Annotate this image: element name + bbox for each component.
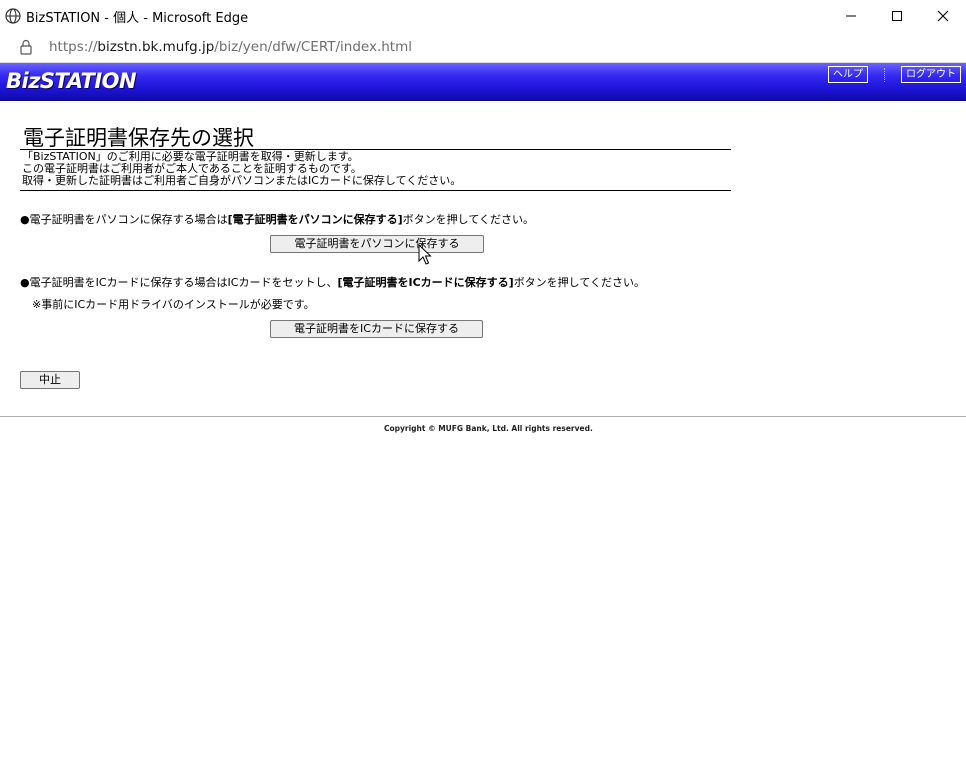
mouse-cursor-icon xyxy=(418,244,432,265)
save-to-ic-card-button[interactable]: 電子証明書をICカードに保存する xyxy=(270,320,483,338)
pc-instruction-prefix: ●電子証明書をパソコンに保存する場合は xyxy=(20,213,228,226)
help-button[interactable]: ヘルプ xyxy=(828,66,868,83)
copyright-text: Copyright © MUFG Bank, Ltd. All rights r… xyxy=(384,424,593,433)
lock-icon[interactable] xyxy=(19,39,33,55)
save-to-pc-button[interactable]: 電子証明書をパソコンに保存する xyxy=(270,235,484,253)
intro-text: 「BizSTATION」のご利用に必要な電子証明書を取得・更新します。 この電子… xyxy=(22,151,461,187)
pc-instruction: ●電子証明書をパソコンに保存する場合は[電子証明書をパソコンに保存する]ボタンを… xyxy=(20,211,534,227)
ic-instruction: ●電子証明書をICカードに保存する場合はICカードをセットし、[電子証明書をIC… xyxy=(20,274,645,290)
ic-instruction-prefix: ●電子証明書をICカードに保存する場合はICカードをセットし、 xyxy=(20,276,338,289)
window-title: BizSTATION - 個人 - Microsoft Edge xyxy=(26,11,249,26)
close-button[interactable] xyxy=(920,0,966,31)
minimize-icon xyxy=(846,15,856,16)
app-header: BizSTATION ヘルプ ログアウト xyxy=(0,63,966,101)
cancel-button[interactable]: 中止 xyxy=(20,371,80,389)
window-title-bar: BizSTATION - 個人 - Microsoft Edge xyxy=(0,0,966,31)
bizstation-logo: BizSTATION xyxy=(6,69,137,93)
maximize-icon xyxy=(892,10,902,21)
minimize-button[interactable] xyxy=(828,0,874,31)
close-icon xyxy=(937,10,949,21)
footer-divider xyxy=(0,416,966,417)
globe-icon xyxy=(5,8,21,24)
header-separator xyxy=(884,68,885,82)
ic-driver-note: ※事前にICカード用ドライバのインストールが必要です。 xyxy=(32,298,315,311)
logout-button[interactable]: ログアウト xyxy=(901,66,961,83)
url-path: /biz/yen/dfw/CERT/index.html xyxy=(214,39,412,55)
url-prefix: https:// xyxy=(49,39,98,55)
url-field[interactable]: https://bizstn.bk.mufg.jp/biz/yen/dfw/CE… xyxy=(49,39,412,55)
ic-instruction-suffix: ボタンを押してください。 xyxy=(513,276,646,289)
ic-instruction-bold: [電子証明書をICカードに保存する] xyxy=(337,276,514,289)
pc-instruction-suffix: ボタンを押してください。 xyxy=(402,213,535,226)
pc-instruction-bold: [電子証明書をパソコンに保存する] xyxy=(227,213,403,226)
address-bar: https://bizstn.bk.mufg.jp/biz/yen/dfw/CE… xyxy=(0,31,966,63)
intro-divider xyxy=(20,190,731,191)
maximize-button[interactable] xyxy=(874,0,920,31)
page-title: 電子証明書保存先の選択 xyxy=(23,126,254,150)
url-host: bizstn.bk.mufg.jp xyxy=(97,39,215,55)
intro-line: 取得・更新した証明書はご利用者ご自身がパソコンまたはICカードに保存してください… xyxy=(22,174,462,187)
